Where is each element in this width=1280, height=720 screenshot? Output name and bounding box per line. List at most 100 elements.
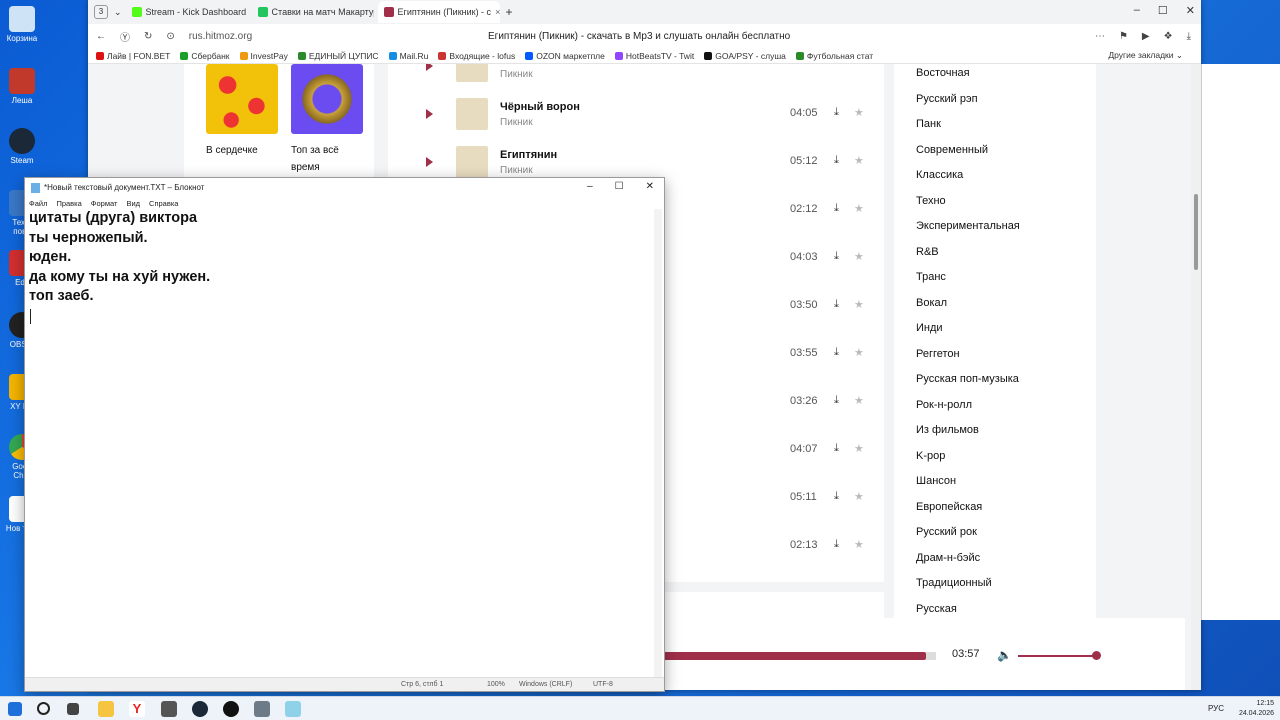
genre-link[interactable]: R&B [916,246,939,258]
genre-link[interactable]: Вокал [916,297,947,309]
download-icon[interactable]: ⤓ [834,250,839,263]
language-indicator[interactable]: РУС [1208,704,1224,713]
download-icon[interactable]: ⤓ [834,490,839,503]
genre-link[interactable]: Техно [916,195,946,207]
close-icon[interactable]: ✕ [1186,4,1195,17]
genre-link[interactable]: Панк [916,118,941,130]
bookmark-item[interactable]: HotBeatsTV - Twit [614,51,694,61]
genre-link[interactable]: Транс [916,271,946,283]
desktop-icon-steam[interactable]: Steam [4,128,40,165]
tab-bets[interactable]: Ставки на матч Макартур [252,1,374,23]
track-artist[interactable]: Пикник [500,69,533,80]
yandex-browser-icon[interactable]: Y [129,701,145,717]
star-icon[interactable]: ★ [854,298,864,311]
star-icon[interactable]: ★ [854,490,864,503]
bookmark-item[interactable]: Лайв | FON.BET [96,51,170,61]
maximize-icon[interactable]: ☐ [1158,4,1168,17]
volume-slider[interactable] [1018,655,1096,657]
reload-icon[interactable]: ↻ [144,31,152,42]
star-icon[interactable]: ★ [854,394,864,407]
notepad-editor[interactable]: цитаты (друга) виктора ты черножепый. юд… [29,209,652,307]
yandex-icon[interactable]: Ⓨ [120,29,130,44]
tab-count[interactable]: 3 [94,5,108,19]
desktop-icon-folder[interactable]: Леша [4,68,40,105]
track-title[interactable]: Чёрный ворон [500,101,580,113]
play-button[interactable] [426,64,433,71]
collection-cover-top[interactable] [291,64,363,134]
download-icon[interactable]: ⤓ [1187,31,1191,42]
menu-help[interactable]: Справка [149,199,178,208]
collection-label[interactable]: Топ за всё время [291,142,361,176]
bookmark-item[interactable]: InvestPay [239,51,288,61]
desktop-icon-recycle-bin[interactable]: Корзина [4,6,40,43]
download-icon[interactable]: ⤓ [834,346,839,359]
menu-file[interactable]: Файл [29,199,47,208]
track-artist[interactable]: Пикник [500,165,533,176]
bookmark-item[interactable]: Mail.Ru [388,51,428,61]
minimize-icon[interactable]: – [587,181,593,192]
notepad-scrollbar[interactable] [654,209,662,679]
obs-icon[interactable] [223,701,239,717]
chevron-down-icon[interactable]: ⌄ [114,7,122,18]
genre-link[interactable]: Реггетон [916,348,960,360]
genre-link[interactable]: Драм-н-бэйс [916,552,980,564]
genre-link[interactable]: K-pop [916,450,945,462]
page-scrollbar[interactable] [1191,64,1201,690]
star-icon[interactable]: ★ [854,154,864,167]
notepad-icon[interactable] [285,701,301,717]
track-title[interactable]: Египтянин [500,149,557,161]
bookmark-item[interactable]: Сбербанк [180,51,230,61]
download-icon[interactable]: ⤓ [834,202,839,215]
genre-link[interactable]: Из фильмов [916,424,979,436]
play-icon[interactable]: ▶ [1142,31,1150,42]
track-row[interactable]: Чёрный ворон Пикник 04:05 ⤓ ★ [388,90,884,138]
collection-cover-hearts[interactable] [206,64,278,134]
minimize-icon[interactable]: – [1134,4,1140,17]
genre-link[interactable]: Русская [916,603,957,615]
download-icon[interactable]: ⤓ [834,394,839,407]
genre-link[interactable]: Восточная [916,67,970,79]
star-icon[interactable]: ★ [854,250,864,263]
app-icon[interactable] [254,701,270,717]
collection-label[interactable]: В сердечке [206,142,258,159]
bookmark-item[interactable]: GOA/PSY - слуша [704,51,786,61]
clock[interactable]: 12:15 24.04.2026 [1239,699,1274,719]
genre-link[interactable]: Русский рэп [916,93,978,105]
new-tab-button[interactable]: + [506,5,513,19]
back-icon[interactable]: ← [96,31,106,42]
genre-link[interactable]: Традиционный [916,577,992,589]
star-icon[interactable]: ★ [854,442,864,455]
genre-link[interactable]: Шансон [916,475,956,487]
other-bookmarks[interactable]: Другие закладки ⌄ [1108,50,1183,61]
track-row[interactable]: Пикник [388,64,884,90]
bookmark-item[interactable]: Входящие - lofus [438,51,515,61]
genre-link[interactable]: Современный [916,144,988,156]
star-icon[interactable]: ★ [854,202,864,215]
menu-format[interactable]: Формат [91,199,118,208]
more-icon[interactable]: ⋯ [1095,31,1105,42]
tab-kick[interactable]: Stream - Kick Dashboard [126,1,248,23]
menu-view[interactable]: Вид [126,199,140,208]
scrollbar-thumb[interactable] [1194,194,1198,270]
task-view-icon[interactable] [67,703,79,715]
download-icon[interactable]: ⤓ [834,538,839,551]
extensions-icon[interactable]: ❖ [1164,31,1173,42]
track-artist[interactable]: Пикник [500,117,533,128]
file-explorer-icon[interactable] [98,701,114,717]
volume-icon[interactable]: 🔈 [997,648,1012,662]
genre-link[interactable]: Европейская [916,501,982,513]
download-icon[interactable]: ⤓ [834,442,839,455]
search-icon[interactable] [37,702,50,715]
genre-link[interactable]: Инди [916,322,943,334]
progress-bar[interactable] [664,652,926,660]
download-icon[interactable]: ⤓ [834,154,839,167]
maximize-icon[interactable]: ☐ [615,181,624,192]
play-button[interactable] [426,157,433,167]
genre-link[interactable]: Рок-н-ролл [916,399,972,411]
bookmark-item[interactable]: Футбольная стат [795,51,873,61]
url-field[interactable]: rus.hitmoz.org [189,31,252,42]
genre-link[interactable]: Русский рок [916,526,977,538]
calculator-icon[interactable] [161,701,177,717]
star-icon[interactable]: ★ [854,538,864,551]
close-icon[interactable]: × [495,7,499,17]
